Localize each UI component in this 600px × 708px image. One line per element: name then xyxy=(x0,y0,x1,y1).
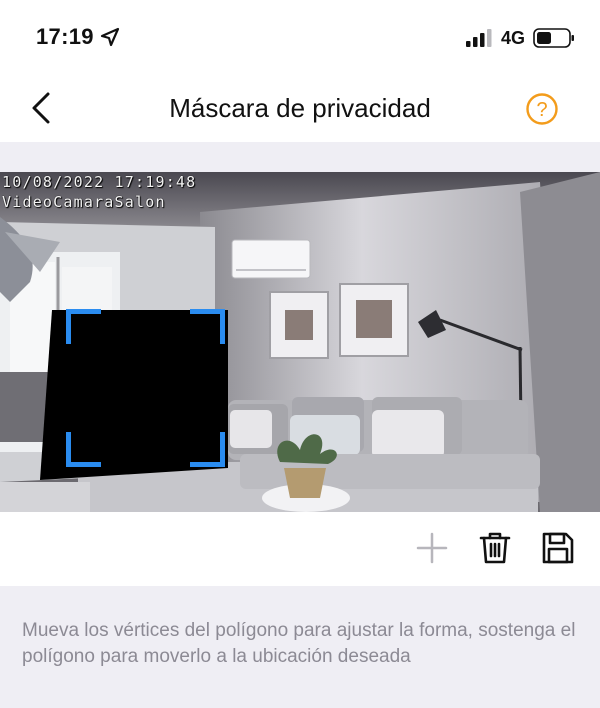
save-icon xyxy=(542,532,574,564)
navigation-bar: Máscara de privacidad ? xyxy=(0,76,600,142)
add-mask-button[interactable] xyxy=(414,530,450,566)
trash-icon xyxy=(479,532,511,564)
question-circle-icon: ? xyxy=(526,93,558,125)
osd-camera-name: VideoCamaraSalon xyxy=(2,193,166,211)
separator-band xyxy=(0,142,600,172)
status-bar: 17:19 4G xyxy=(0,0,600,76)
cellular-signal-icon xyxy=(466,29,492,47)
mask-vertex-handle-top-left[interactable] xyxy=(66,309,101,344)
mask-vertex-handle-bottom-left[interactable] xyxy=(66,432,101,467)
battery-icon xyxy=(533,28,574,48)
help-button[interactable]: ? xyxy=(525,92,559,126)
hint-panel: Mueva los vértices del polígono para aju… xyxy=(0,586,600,708)
mask-vertex-handle-top-right[interactable] xyxy=(190,309,225,344)
delete-mask-button[interactable] xyxy=(477,530,513,566)
camera-live-view[interactable]: 10/08/2022 17:19:48 VideoCamaraSalon xyxy=(0,172,600,512)
mask-vertex-handle-bottom-right[interactable] xyxy=(190,432,225,467)
osd-timestamp: 10/08/2022 17:19:48 xyxy=(2,173,197,191)
hint-text: Mueva los vértices del polígono para aju… xyxy=(22,620,576,667)
svg-text:?: ? xyxy=(536,99,547,121)
page-title: Máscara de privacidad xyxy=(169,93,431,123)
network-type: 4G xyxy=(501,28,526,48)
save-mask-button[interactable] xyxy=(540,530,576,566)
plus-icon xyxy=(416,532,448,564)
location-arrow-icon xyxy=(100,27,120,47)
status-time: 17:19 xyxy=(36,24,94,49)
mask-toolbar xyxy=(0,512,600,586)
